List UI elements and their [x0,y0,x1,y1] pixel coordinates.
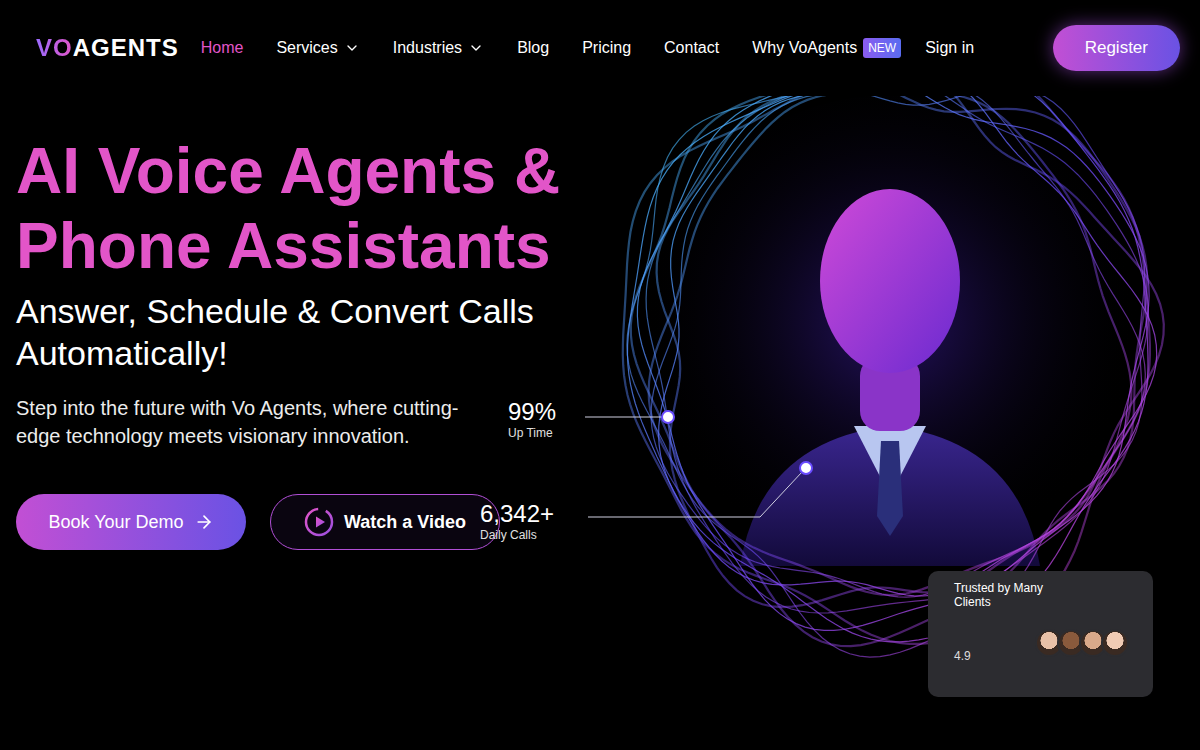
hero-subtitle: Answer, Schedule & Convert CallsAutomati… [16,290,616,374]
stat-value: 6,342+ [480,500,554,528]
hero-description: Step into the future with Vo Agents, whe… [16,394,476,450]
landing-page: VOAGENTS Home Services Industries Blog Pricin… [0,0,1200,750]
stat-label: Daily Calls [480,528,554,542]
nav-bar: VOAGENTS Home Services Industries Blog Pricin… [0,0,1200,96]
subtitle-line: Answer, Schedule & Convert Calls [16,290,616,332]
play-icon [304,507,334,537]
rating: 4.9 [954,649,971,663]
nav-item[interactable]: Industries [393,39,484,57]
logo-mark: VO [36,34,73,61]
new-badge: NEW [863,38,901,58]
chevron-down-icon [344,40,360,56]
stat: 6,342+Daily Calls [480,500,554,542]
client-avatars [1041,629,1129,657]
watch-video-button[interactable]: Watch a Video [270,494,500,550]
hero-title: AI Voice Agents &Phone Assistants [16,134,616,284]
nav-item[interactable]: Blog [517,39,549,57]
client-avatar [1101,629,1129,657]
register-button[interactable]: Register [1053,25,1180,71]
trust-footer: 4.9 [954,629,1129,663]
stat-value: 99% [508,398,556,426]
nav-item[interactable]: Services [276,39,359,57]
chevron-down-icon [468,40,484,56]
nav-item[interactable]: Why VoAgentsNEW [752,38,901,58]
nav-item[interactable]: Pricing [582,39,631,57]
trust-title: Trusted by Many Clients [954,581,1064,609]
book-demo-button[interactable]: Book Your Demo [16,494,246,550]
nav-item[interactable]: Home [201,39,244,57]
subtitle-line: Automatically! [16,332,616,374]
nav-links: Home Services Industries Blog Pricing Contact… [201,38,901,58]
nav-item[interactable]: Contact [664,39,719,57]
title-line: Phone Assistants [16,209,616,284]
stat-label: Up Time [508,426,556,440]
stat: 99%Up Time [508,398,556,440]
hero: AI Voice Agents &Phone AssistantsAnswer,… [0,96,1200,750]
trust-card: Trusted by Many Clients 4.9 [928,571,1153,697]
arrow-right-icon [194,512,214,532]
sign-in-link[interactable]: Sign in [925,39,974,57]
logo[interactable]: VOAGENTS [36,34,179,62]
title-line: AI Voice Agents & [16,134,616,209]
